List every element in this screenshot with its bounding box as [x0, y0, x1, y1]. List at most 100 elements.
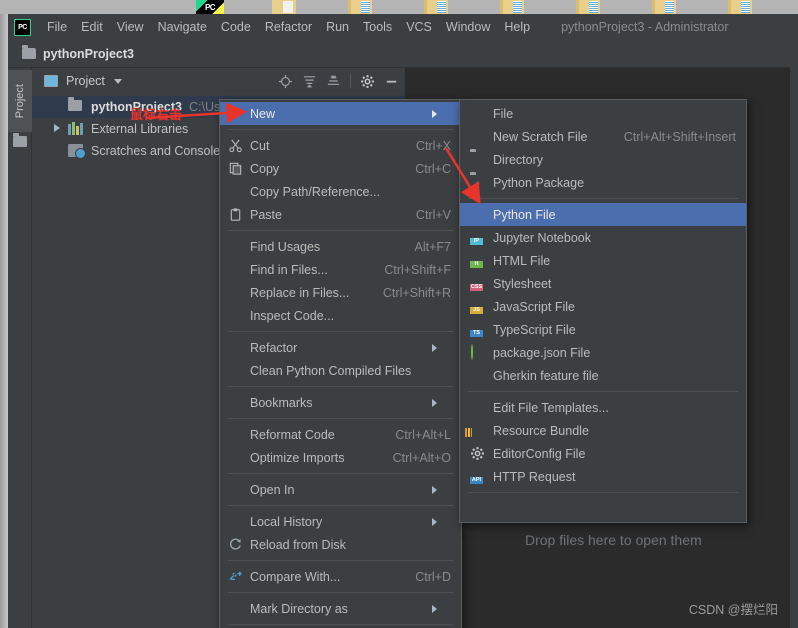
menu-item-shortcut: Ctrl+Alt+Shift+Insert	[623, 129, 736, 144]
gear-icon[interactable]	[360, 74, 375, 89]
context-menu-item-cut[interactable]: Cut Ctrl+X	[220, 134, 461, 157]
left-tool-strip: Project	[8, 68, 32, 628]
submenu-item-javascript-file[interactable]: JS JavaScript File	[460, 295, 746, 318]
menu-separator	[228, 386, 453, 387]
taskbar-pycharm-icon[interactable]: PC	[196, 0, 224, 14]
menu-file[interactable]: File	[40, 17, 74, 37]
submenu-item-resource-bundle[interactable]: Resource Bundle	[460, 419, 746, 442]
project-pane-title: Project	[66, 74, 105, 88]
chevron-down-icon[interactable]	[113, 78, 122, 84]
menu-item-label: Optimize Imports	[250, 450, 345, 465]
menu-separator	[228, 592, 453, 593]
menu-refactor[interactable]: Refactor	[258, 17, 319, 37]
submenu-item-html-file[interactable]: H HTML File	[460, 249, 746, 272]
taskbar-folder-icon-1[interactable]	[348, 0, 372, 14]
folder-icon[interactable]	[13, 133, 27, 147]
submenu-item-http-request[interactable]: API HTTP Request	[460, 465, 746, 488]
context-menu-item-refactor[interactable]: Refactor	[220, 336, 461, 359]
context-menu-item-paste[interactable]: Paste Ctrl+V	[220, 203, 461, 226]
submenu-item-data-source-in-path[interactable]	[460, 497, 746, 520]
nodejs-icon	[470, 344, 485, 360]
menu-separator	[468, 492, 738, 493]
submenu-item-editorconfig-file[interactable]: EditorConfig File	[460, 442, 746, 465]
submenu-item-python-file[interactable]: Python File	[460, 203, 746, 226]
hint-text: Drop files here to open them	[525, 532, 702, 548]
context-menu-item-copy[interactable]: Copy Ctrl+C	[220, 157, 461, 180]
menu-help[interactable]: Help	[497, 17, 537, 37]
menu-item-label: Compare With...	[250, 569, 341, 584]
taskbar-folder-icon-6[interactable]	[728, 0, 752, 14]
menu-code[interactable]: Code	[214, 17, 258, 37]
css-icon: CSS	[470, 284, 483, 291]
menu-item-label: Refactor	[250, 340, 298, 355]
menu-item-label: New	[250, 106, 276, 121]
context-menu-item-reformat-code[interactable]: Reformat Code Ctrl+Alt+L	[220, 423, 461, 446]
submenu-item-jupyter-notebook[interactable]: IP Jupyter Notebook	[460, 226, 746, 249]
taskbar-folder-icon-5[interactable]	[652, 0, 676, 14]
context-menu-item-mark-directory-as[interactable]: Mark Directory as	[220, 597, 461, 620]
menu-item-label: Stylesheet	[493, 276, 552, 291]
annotation-right-click: 鼠标右击	[130, 108, 183, 123]
taskbar-pycharm-label: PC	[204, 2, 216, 12]
chevron-right-icon[interactable]	[54, 124, 60, 132]
breadcrumb-project-name[interactable]: pythonProject3	[43, 47, 134, 61]
submenu-item-edit-file-templates[interactable]: Edit File Templates...	[460, 396, 746, 419]
expand-all-icon[interactable]	[302, 74, 317, 89]
submenu-item-python-package[interactable]: Python Package	[460, 171, 746, 194]
menu-run[interactable]: Run	[319, 17, 356, 37]
menu-item-label: Edit File Templates...	[493, 400, 609, 415]
taskbar-folder-icon-3[interactable]	[500, 0, 524, 14]
menu-item-label: Inspect Code...	[250, 308, 335, 323]
tool-tab-project[interactable]: Project	[8, 70, 32, 132]
minimize-icon[interactable]	[384, 74, 399, 89]
context-menu-item-new[interactable]: New	[220, 102, 461, 125]
menu-item-label: JavaScript File	[493, 299, 575, 314]
context-menu-item-find-usages[interactable]: Find Usages Alt+F7	[220, 235, 461, 258]
project-pane-header: Project	[32, 68, 405, 94]
locate-icon[interactable]	[278, 74, 293, 89]
menu-edit[interactable]: Edit	[74, 17, 110, 37]
python-file-icon	[470, 207, 485, 222]
menu-window[interactable]: Window	[439, 17, 497, 37]
submenu-item-new-scratch-file[interactable]: New Scratch File Ctrl+Alt+Shift+Insert	[460, 125, 746, 148]
clipboard-icon	[228, 207, 243, 222]
menu-item-shortcut: Ctrl+C	[415, 161, 451, 176]
collapse-all-icon[interactable]	[326, 74, 341, 89]
context-menu-item-optimize-imports[interactable]: Optimize Imports Ctrl+Alt+O	[220, 446, 461, 469]
menu-item-label: Cut	[250, 138, 270, 153]
context-menu-item-inspect-code[interactable]: Inspect Code...	[220, 304, 461, 327]
taskbar-explorer-icon[interactable]	[272, 0, 296, 14]
menu-navigate[interactable]: Navigate	[151, 17, 214, 37]
submenu-item-package-json-file[interactable]: package.json File	[460, 341, 746, 364]
context-menu-item-clean-python-compiled-files[interactable]: Clean Python Compiled Files	[220, 359, 461, 382]
context-menu-item-local-history[interactable]: Local History	[220, 510, 461, 533]
context-menu-item-compare-with[interactable]: Compare With... Ctrl+D	[220, 565, 461, 588]
chevron-right-icon	[432, 604, 451, 613]
submenu-item-typescript-file[interactable]: TS TypeScript File	[460, 318, 746, 341]
menu-view[interactable]: View	[110, 17, 151, 37]
menu-separator	[468, 391, 738, 392]
context-menu-item-replace-in-files[interactable]: Replace in Files... Ctrl+Shift+R	[220, 281, 461, 304]
taskbar-folder-icon-4[interactable]	[576, 0, 600, 14]
taskbar-folder-icon-2[interactable]	[424, 0, 448, 14]
submenu-item-file[interactable]: File	[460, 102, 746, 125]
csdn-watermark: CSDN @摆烂阳	[688, 603, 778, 617]
context-menu-item-bookmarks[interactable]: Bookmarks	[220, 391, 461, 414]
tool-tab-project-label: Project	[14, 83, 26, 119]
context-menu-item-find-in-files[interactable]: Find in Files... Ctrl+Shift+F	[220, 258, 461, 281]
menu-item-label: Python File	[493, 207, 556, 222]
submenu-item-gherkin-feature-file[interactable]: Gherkin feature file	[460, 364, 746, 387]
context-menu-item-reload-from-disk[interactable]: Reload from Disk	[220, 533, 461, 556]
menu-item-label: HTML File	[493, 253, 551, 268]
menu-item-shortcut: Ctrl+V	[415, 207, 451, 222]
context-menu-item-open-in[interactable]: Open In	[220, 478, 461, 501]
menu-vcs[interactable]: VCS	[399, 17, 439, 37]
menu-tools[interactable]: Tools	[356, 17, 399, 37]
menu-separator	[228, 560, 453, 561]
submenu-item-directory[interactable]: Directory	[460, 148, 746, 171]
menu-item-shortcut: Ctrl+Alt+O	[392, 450, 451, 465]
menu-item-label: Clean Python Compiled Files	[250, 363, 412, 378]
context-menu-item-copy-path-reference[interactable]: Copy Path/Reference...	[220, 180, 461, 203]
submenu-item-stylesheet[interactable]: CSS Stylesheet	[460, 272, 746, 295]
pycharm-logo-label: PC	[18, 23, 27, 31]
